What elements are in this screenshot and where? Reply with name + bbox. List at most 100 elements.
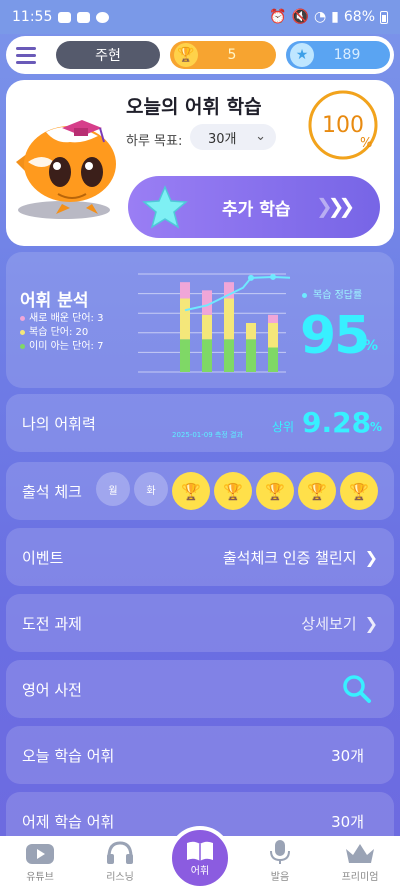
rank-value: 9.28 — [302, 406, 372, 439]
accuracy-point — [248, 274, 254, 281]
daily-goal-label: 하루 목표: — [126, 134, 183, 149]
nav-premium-label: 프리미엄 — [341, 872, 379, 883]
legend-new-label: 새로 배운 단어: 3 — [29, 313, 104, 324]
menu-icon-line — [16, 46, 36, 50]
vocab-chart — [138, 273, 290, 373]
star-icon: ★ — [290, 43, 314, 67]
trophy-icon: 🏆 — [298, 472, 336, 510]
accuracy-label-text: 복습 정답률 — [313, 290, 363, 301]
daily-goal-select[interactable]: 30개 ⌄ — [190, 124, 276, 150]
today-words-row[interactable]: 오늘 학습 어휘 30개 — [6, 726, 394, 784]
fish-mascot-icon — [16, 120, 116, 219]
chart-bar-segment — [180, 339, 190, 372]
event-value: 출석체크 인증 챌린지 — [222, 548, 357, 567]
daily-goal-value: 30개 — [208, 131, 237, 147]
chart-bar-segment — [224, 339, 234, 372]
top-bar: 주현 🏆 5 ★ 189 — [6, 36, 394, 74]
alarm-icon: ⏰ — [269, 9, 287, 25]
menu-button[interactable] — [12, 42, 38, 68]
event-label: 이벤트 — [22, 548, 64, 567]
accuracy-value: 95 — [300, 306, 370, 366]
vocab-analysis-card[interactable]: 어휘 분석 새로 배운 단어: 3 복습 단어: 20 이미 아는 단어: 7 … — [6, 252, 394, 388]
chart-bar-segment — [202, 339, 212, 372]
nav-listening-label: 리스닝 — [106, 872, 134, 883]
chart-bar-segment — [202, 314, 212, 340]
nav-premium[interactable]: 프리미엄 — [320, 836, 400, 889]
rank-unit: % — [370, 420, 383, 434]
page-title: 오늘의 어휘 학습 — [126, 96, 262, 118]
legend-item-new: 새로 배운 단어: 3 — [20, 312, 103, 326]
attendance-label: 출석 체크 — [22, 482, 82, 501]
vocab-power-row[interactable]: 나의 어휘력 2025-01-09 측정 결과 상위 9.28 % — [6, 394, 394, 452]
battery-level: 68% — [343, 9, 375, 25]
analysis-legend: 새로 배운 단어: 3 복습 단어: 20 이미 아는 단어: 7 — [20, 312, 103, 354]
challenge-label: 도전 과제 — [22, 614, 82, 633]
cloud-notification-icon — [96, 11, 110, 23]
trophy-count-pill[interactable]: 🏆 5 — [170, 41, 276, 69]
attendance-week: 월 화 🏆 🏆 🏆 🏆 🏆 — [96, 472, 378, 510]
book-icon — [187, 841, 213, 861]
battery-icon — [380, 10, 388, 24]
dictionary-row[interactable]: 영어 사전 — [6, 660, 394, 718]
today-words-label: 오늘 학습 어휘 — [22, 746, 115, 765]
dictionary-label: 영어 사전 — [22, 680, 82, 699]
accuracy-unit: % — [364, 338, 379, 354]
star-count: 189 — [333, 47, 361, 63]
chart-bar-segment — [180, 282, 190, 299]
double-chevron-right-icon: ❯ ❯❯ — [316, 194, 355, 218]
nav-vocab-label: 어휘 — [190, 865, 210, 877]
progress-unit: % — [360, 136, 373, 151]
trophy-icon: 🏆 — [172, 472, 210, 510]
event-row[interactable]: 이벤트 출석체크 인증 챌린지 ❯ — [6, 528, 394, 586]
today-words-value: 30개 — [331, 746, 364, 765]
chart-bar-segment — [268, 323, 278, 348]
headphones-icon — [107, 841, 133, 864]
attendance-day-mon: 월 — [96, 472, 130, 506]
trophy-count: 5 — [227, 47, 237, 63]
chart-bar-segment — [268, 347, 278, 372]
youtube-icon — [26, 844, 54, 864]
chart-bar-segment — [268, 314, 278, 323]
legend-known-label: 이미 아는 단어: 7 — [29, 341, 104, 352]
analysis-title: 어휘 분석 — [20, 291, 89, 311]
legend-dot-review — [20, 329, 25, 335]
yesterday-words-label: 어제 학습 어휘 — [22, 812, 115, 831]
status-time: 11:55 — [12, 9, 53, 25]
nav-listening[interactable]: 리스닝 — [80, 836, 160, 889]
microphone-icon — [270, 840, 290, 864]
today-learning-card: 오늘의 어휘 학습 하루 목표: 30개 ⌄ 100 % 추가 학습 ❯ ❯❯ — [6, 80, 394, 246]
status-bar: 11:55 ⏰ 🔇 ◔ ▮ 68% — [0, 0, 400, 34]
signal-icon: ▮ — [331, 9, 339, 25]
attendance-day-tue: 화 — [134, 472, 168, 506]
chart-bar-segment — [224, 298, 234, 340]
chevron-right-icon: ❯ — [364, 613, 378, 633]
star-count-pill[interactable]: ★ 189 — [286, 41, 390, 69]
extra-learning-label: 추가 학습 — [222, 200, 291, 220]
extra-learning-button[interactable]: 추가 학습 ❯ ❯❯ — [128, 176, 380, 238]
event-link[interactable]: 출석체크 인증 챌린지 ❯ — [223, 547, 378, 568]
legend-item-review: 복습 단어: 20 — [20, 326, 103, 340]
chart-bar-segment — [246, 323, 256, 340]
challenge-row[interactable]: 도전 과제 상세보기 ❯ — [6, 594, 394, 652]
legend-dot-new — [20, 315, 25, 321]
challenge-detail: 상세보기 — [301, 614, 357, 633]
wifi-icon: ◔ — [313, 9, 327, 25]
search-icon[interactable] — [342, 674, 372, 704]
trophy-icon: 🏆 — [340, 472, 378, 510]
attendance-row[interactable]: 출석 체크 월 화 🏆 🏆 🏆 🏆 🏆 — [6, 462, 394, 520]
yesterday-words-value: 30개 — [331, 812, 364, 831]
legend-dot-known — [20, 343, 25, 349]
nav-youtube[interactable]: 유튜브 — [0, 836, 80, 889]
chart-bar-segment — [246, 339, 256, 372]
chart-bar-segment — [180, 298, 190, 340]
mute-icon: 🔇 — [291, 9, 309, 25]
crown-icon — [346, 844, 374, 863]
trophy-icon: 🏆 — [256, 472, 294, 510]
challenge-detail-link[interactable]: 상세보기 ❯ — [301, 613, 378, 634]
user-name: 주현 — [95, 48, 121, 64]
star-icon — [142, 185, 188, 229]
user-name-pill[interactable]: 주현 — [56, 41, 160, 69]
nav-vocab[interactable]: 어휘 — [168, 826, 232, 889]
nav-pronunciation[interactable]: 발음 — [240, 836, 320, 889]
accuracy-point — [270, 273, 276, 280]
